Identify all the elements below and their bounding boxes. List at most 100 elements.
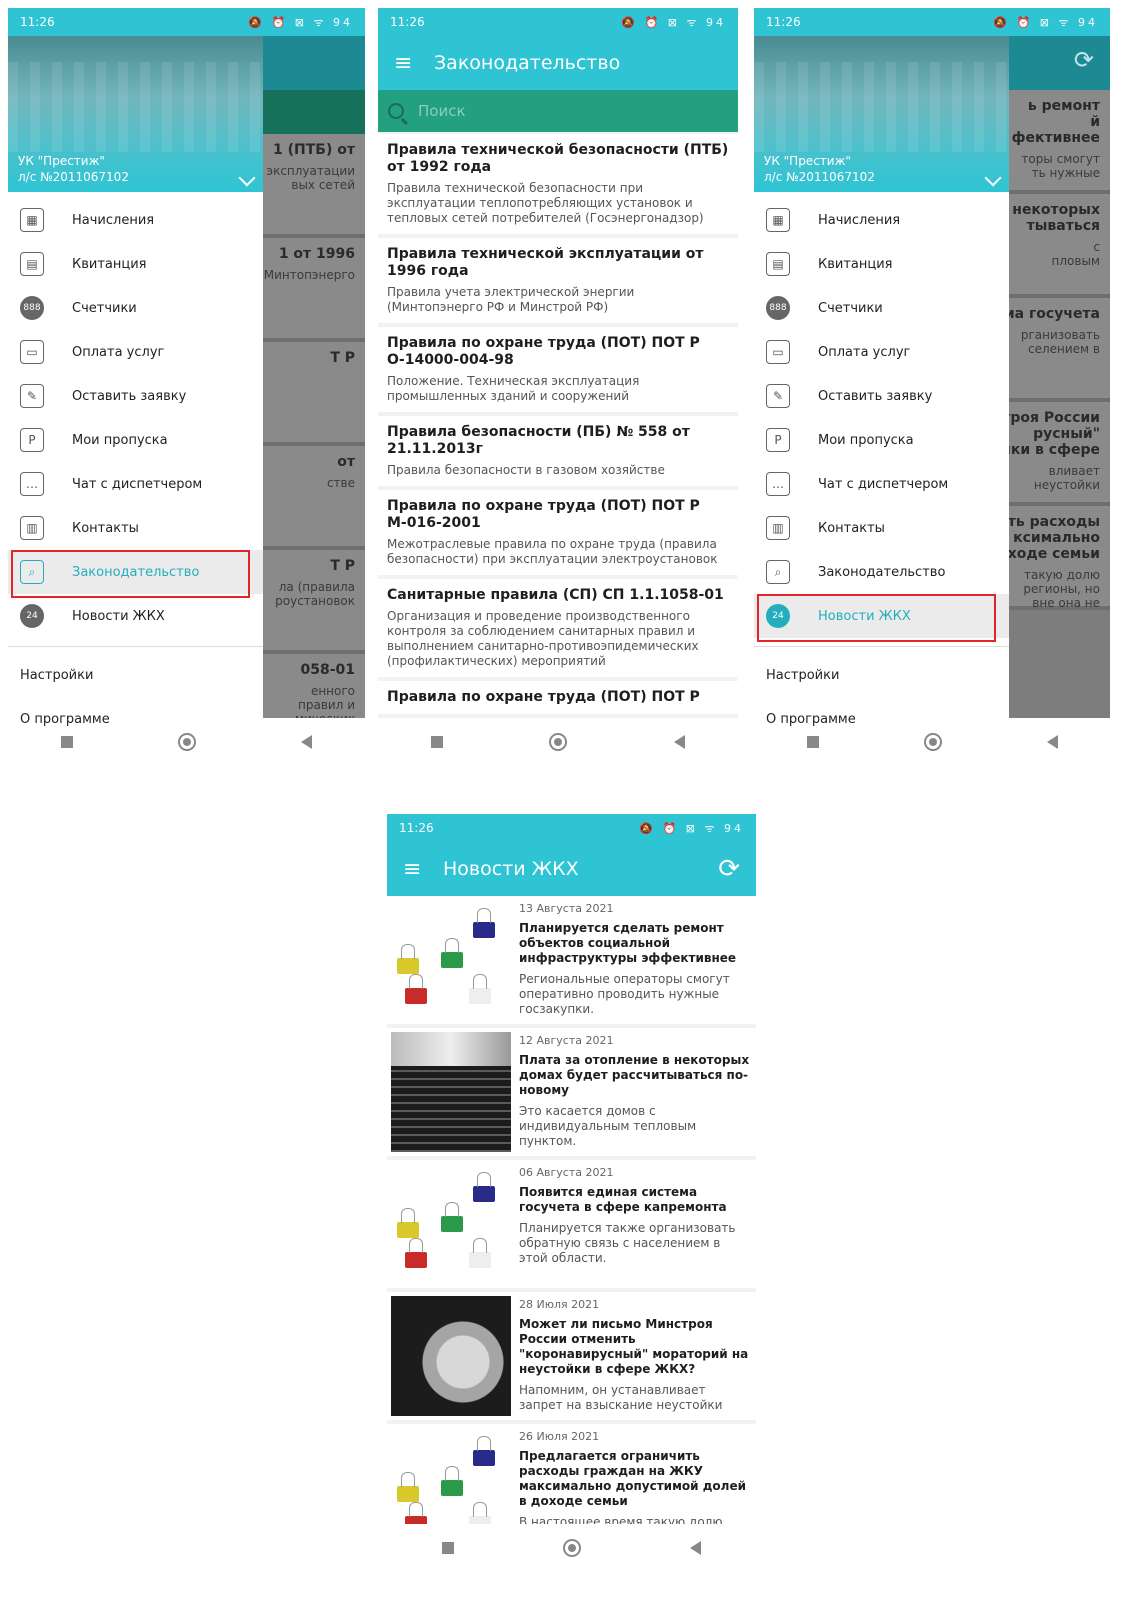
drawer-item-label: Новости ЖКХ bbox=[818, 608, 911, 624]
hamburger-menu-icon[interactable]: ≡ bbox=[394, 51, 434, 76]
news-date: 26 Июля 2021 bbox=[519, 1430, 600, 1443]
drawer-item-label: Квитанция bbox=[72, 256, 147, 272]
law-description: Организация и проведение производственно… bbox=[387, 609, 699, 668]
news-item[interactable]: 26 Июля 2021 Предлагается ограничить расх… bbox=[387, 1424, 756, 1524]
law-item[interactable]: Правила технической безопасности (ПТБ) о… bbox=[378, 134, 738, 234]
drawer-item[interactable]: ▤ Квитанция bbox=[754, 242, 1009, 286]
news-content: 12 Августа 2021 Плата за отопление в неко… bbox=[519, 1032, 752, 1152]
drawer-item[interactable]: P Мои пропуска bbox=[754, 418, 1009, 462]
drawer-item[interactable]: ▭ Оплата услуг bbox=[754, 330, 1009, 374]
receipt-icon: ▤ bbox=[20, 252, 44, 276]
binder-clip-icon bbox=[441, 938, 463, 968]
drawer-item[interactable]: ▦ Начисления bbox=[754, 198, 1009, 242]
screen-news: 11:26 🔕 ⏰ ⊠ ᯤ 94 ≡ Новости ЖКХ ⟳ 13 Авгу… bbox=[387, 814, 756, 1572]
news-title: Появится единая система госучета в сфере… bbox=[519, 1185, 727, 1214]
news-date: 06 Августа 2021 bbox=[519, 1166, 614, 1179]
drawer-about[interactable]: О программе bbox=[754, 697, 1009, 741]
news-24-icon: 24 bbox=[20, 604, 44, 628]
drawer-about[interactable]: О программе bbox=[8, 697, 263, 741]
news-item[interactable]: 06 Августа 2021 Появится единая система г… bbox=[387, 1160, 756, 1288]
status-bar: 11:26 🔕 ⏰ ⊠ ᯤ 94 bbox=[8, 8, 365, 36]
back-icon[interactable] bbox=[673, 735, 685, 749]
status-icons: 🔕 ⏰ ⊠ ᯤ 94 bbox=[248, 15, 353, 29]
law-title: Правила по охране труда (ПОТ) ПОТ Р О-14… bbox=[387, 335, 700, 368]
chevron-down-icon[interactable] bbox=[238, 169, 256, 187]
binder-clip-icon bbox=[397, 1208, 419, 1238]
home-icon[interactable] bbox=[549, 733, 568, 751]
news-thumbnail bbox=[391, 1164, 511, 1284]
back-icon[interactable] bbox=[690, 1541, 702, 1555]
drawer-item[interactable]: P Мои пропуска bbox=[8, 418, 263, 462]
drawer-item-label: Мои пропуска bbox=[818, 432, 914, 448]
back-icon[interactable] bbox=[301, 735, 313, 749]
news-thumbnail bbox=[391, 1296, 511, 1416]
binder-clip-icon bbox=[397, 1472, 419, 1502]
law-item[interactable]: Правила безопасности (ПБ) № 558 от 21.11… bbox=[378, 416, 738, 486]
news-title: Предлагается ограничить расходы граждан … bbox=[519, 1449, 747, 1508]
drawer-item[interactable]: ⌕ Законодательство bbox=[8, 550, 263, 598]
status-time: 11:26 bbox=[20, 15, 55, 29]
drawer-item[interactable]: ▥ Контакты bbox=[8, 506, 263, 550]
news-content: 06 Августа 2021 Появится единая система г… bbox=[519, 1164, 752, 1284]
binder-clip-icon bbox=[405, 1502, 427, 1524]
drawer-item[interactable]: … Чат с диспетчером bbox=[754, 462, 1009, 506]
recents-icon[interactable] bbox=[431, 736, 444, 748]
law-title: Правила технической безопасности (ПТБ) о… bbox=[387, 142, 729, 175]
drawer-item[interactable]: 24 Новости ЖКХ bbox=[8, 594, 263, 638]
drawer-item-label: Счетчики bbox=[818, 300, 883, 316]
drawer-item[interactable]: ▭ Оплата услуг bbox=[8, 330, 263, 374]
hamburger-menu-icon[interactable]: ≡ bbox=[403, 857, 443, 882]
news-item[interactable]: 13 Августа 2021 Планируется сделать ремон… bbox=[387, 896, 756, 1024]
binder-clip-icon bbox=[473, 1436, 495, 1466]
org-name: УК "Престиж" bbox=[764, 154, 851, 168]
drawer-settings[interactable]: Настройки bbox=[8, 653, 263, 697]
page-title: Новости ЖКХ bbox=[443, 858, 579, 880]
home-icon[interactable] bbox=[562, 1539, 581, 1557]
drawer-item[interactable]: 24 Новости ЖКХ bbox=[754, 594, 1009, 642]
drawer-item[interactable]: … Чат с диспетчером bbox=[8, 462, 263, 506]
screen-drawer-legislation: 11:26 🔕 ⏰ ⊠ ᯤ 94 1 (ПТБ) от эксплуатации … bbox=[8, 8, 365, 766]
news-description: Напомним, он устанавливает запрет на взы… bbox=[519, 1383, 723, 1412]
drawer-item[interactable]: ✎ Оставить заявку bbox=[8, 374, 263, 418]
status-bar: 11:26 🔕 ⏰ ⊠ ᯤ 94 bbox=[754, 8, 1110, 36]
search-input[interactable]: Поиск bbox=[378, 90, 738, 132]
news-item[interactable]: 28 Июля 2021 Может ли письмо Минстроя Рос… bbox=[387, 1292, 756, 1420]
back-icon[interactable] bbox=[1046, 735, 1058, 749]
request-icon: ✎ bbox=[20, 384, 44, 408]
drawer-item-label: Мои пропуска bbox=[72, 432, 168, 448]
drawer-item[interactable]: ▥ Контакты bbox=[754, 506, 1009, 550]
drawer-item[interactable]: 888 Счетчики bbox=[8, 286, 263, 330]
binder-clip-icon bbox=[473, 908, 495, 938]
drawer-item-label: Законодательство bbox=[72, 564, 200, 580]
law-item[interactable]: Правила по охране труда (ПОТ) ПОТ Р М-01… bbox=[378, 490, 738, 575]
drawer-item[interactable]: ▤ Квитанция bbox=[8, 242, 263, 286]
refresh-icon[interactable]: ⟳ bbox=[718, 854, 740, 884]
dimmed-card-desc: с пловым bbox=[1051, 240, 1100, 268]
status-icons: 🔕 ⏰ ⊠ ᯤ 94 bbox=[993, 15, 1098, 29]
drawer-item[interactable]: ✎ Оставить заявку bbox=[754, 374, 1009, 418]
charges-icon: ▦ bbox=[766, 208, 790, 232]
dimmed-card-desc: вливает неустойки bbox=[1033, 464, 1100, 492]
drawer-item-label: Контакты bbox=[818, 520, 885, 536]
drawer-settings[interactable]: Настройки bbox=[754, 653, 1009, 697]
news-item[interactable]: 12 Августа 2021 Плата за отопление в неко… bbox=[387, 1028, 756, 1156]
news-thumbnail bbox=[391, 1428, 511, 1524]
drawer-header: УК "Престиж" л/с №2011067102 bbox=[754, 36, 1009, 192]
dimmed-card-desc: эксплуатации вых сетей bbox=[266, 164, 355, 192]
law-item[interactable]: Санитарные правила (СП) СП 1.1.1058-01 Ор… bbox=[378, 579, 738, 677]
law-description: Правила учета электрической энергии (Мин… bbox=[387, 285, 635, 314]
drawer-item[interactable]: 888 Счетчики bbox=[754, 286, 1009, 330]
navigation-drawer: УК "Престиж" л/с №2011067102 ▦ Начисления… bbox=[8, 8, 263, 727]
chevron-down-icon[interactable] bbox=[984, 169, 1002, 187]
search-icon: ⌕ bbox=[766, 560, 790, 584]
drawer-item-label: Законодательство bbox=[818, 564, 946, 580]
status-time: 11:26 bbox=[399, 821, 434, 835]
recents-icon[interactable] bbox=[441, 1542, 454, 1554]
law-item[interactable]: Правила по охране труда (ПОТ) ПОТ Р bbox=[378, 681, 738, 714]
drawer-item[interactable]: ▦ Начисления bbox=[8, 198, 263, 242]
law-item[interactable]: Правила технической эксплуатации от 1996… bbox=[378, 238, 738, 323]
status-time: 11:26 bbox=[390, 15, 425, 29]
drawer-item[interactable]: ⌕ Законодательство bbox=[754, 550, 1009, 594]
law-item[interactable]: Правила по охране труда (ПОТ) ПОТ Р О-14… bbox=[378, 327, 738, 412]
drawer-divider bbox=[754, 646, 1009, 647]
